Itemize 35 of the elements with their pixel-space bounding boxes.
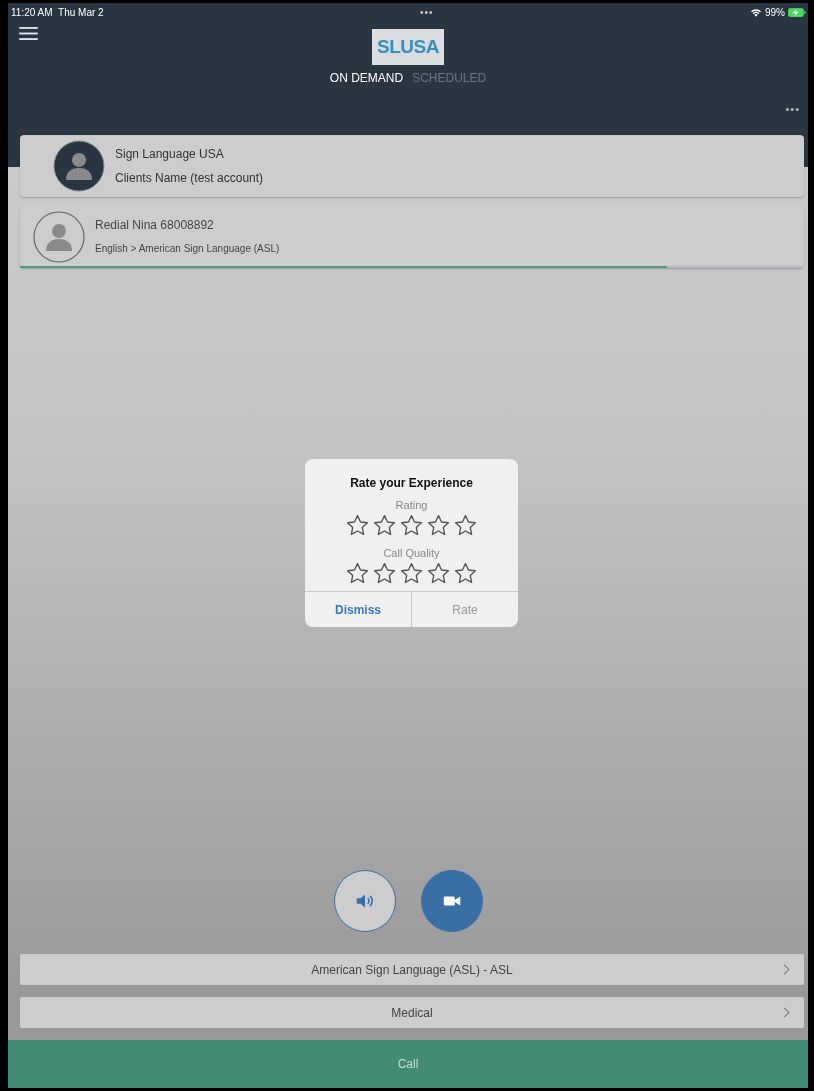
redial-title: Redial Nina 68008892 — [95, 216, 215, 234]
dismiss-button[interactable]: Dismiss — [305, 592, 412, 627]
star-icon[interactable] — [345, 561, 370, 586]
menu-icon[interactable] — [19, 27, 38, 40]
account-card[interactable]: Sign Language USA Clients Name (test account) — [20, 135, 804, 197]
selector-row[interactable]: American Sign Language (ASL) - ASL — [20, 954, 804, 985]
star-icon[interactable] — [426, 513, 451, 538]
redial-card[interactable]: Redial Nina 68008892 English > American Sign Language (ASL) — [20, 205, 804, 268]
avatar-icon — [33, 210, 85, 263]
status-time: 11:20 AM Thu Mar 2 — [11, 6, 104, 18]
star-icon[interactable] — [399, 561, 424, 586]
star-icon[interactable] — [453, 513, 478, 538]
dialog-title: Rate your Experience — [350, 476, 473, 490]
star-icon[interactable] — [372, 561, 397, 586]
star-icon[interactable] — [372, 513, 397, 538]
language-pair: English > American Sign Language (ASL) — [95, 241, 280, 256]
rating-label: Rating — [395, 499, 428, 511]
wifi-icon — [749, 7, 762, 17]
battery-charging-icon — [788, 7, 806, 17]
star-icon[interactable] — [345, 513, 370, 538]
account-name: Sign Language USA — [115, 146, 225, 163]
chevron-right-icon — [783, 964, 790, 975]
star-icon[interactable] — [399, 513, 424, 538]
selector-row[interactable]: Medical — [20, 997, 804, 1028]
star-icon[interactable] — [426, 561, 451, 586]
chevron-right-icon — [783, 1007, 790, 1018]
multitask-dots: ••• — [420, 6, 434, 18]
battery-percent: 99% — [764, 6, 785, 18]
star-icon[interactable] — [453, 561, 478, 586]
mode-tab[interactable]: ON DEMAND — [329, 71, 404, 85]
rating-label: Call Quality — [383, 547, 440, 559]
client-name: Clients Name (test account) — [115, 170, 264, 187]
app-logo: SLUSA — [372, 29, 444, 65]
avatar-icon — [53, 140, 105, 192]
more-button[interactable]: ••• — [785, 103, 800, 115]
